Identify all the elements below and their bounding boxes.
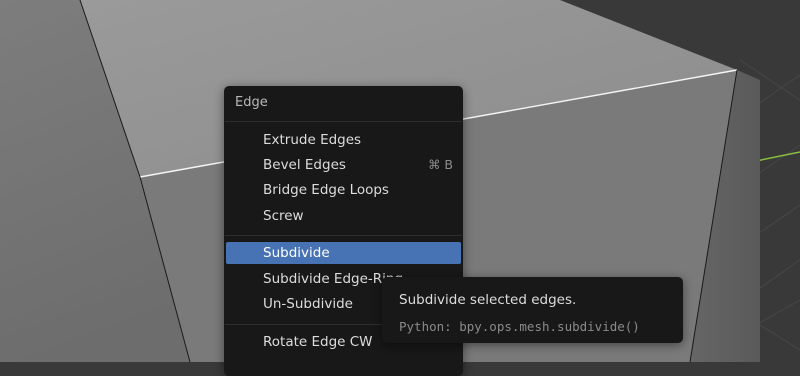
menu-item-label: Screw [263, 208, 304, 224]
menu-item-label: Subdivide [263, 245, 330, 261]
menu-title: Edge [235, 95, 268, 110]
menu-separator [225, 121, 462, 122]
menu-item-bridge-edge-loops[interactable]: Bridge Edge Loops [226, 179, 461, 201]
tooltip-python-path: Python: bpy.ops.mesh.subdivide() [399, 319, 640, 334]
menu-item-label: Extrude Edges [263, 132, 362, 148]
menu-item-label: Rotate Edge CW [263, 334, 373, 350]
menu-item-extrude-edges[interactable]: Extrude Edges [226, 129, 461, 151]
menu-separator [225, 235, 462, 236]
tooltip-description: Subdivide selected edges. [399, 292, 577, 308]
shortcut-hint: ⌘ B [427, 157, 453, 172]
menu-item-label: Bridge Edge Loops [263, 182, 389, 198]
menu-item-screw[interactable]: Screw [226, 205, 461, 227]
menu-item-label: Un-Subdivide [263, 296, 353, 312]
menu-item-bevel-edges[interactable]: Bevel Edges ⌘ B [226, 154, 461, 176]
menu-item-label: Bevel Edges [263, 157, 346, 173]
operator-tooltip: Subdivide selected edges. Python: bpy.op… [382, 277, 683, 343]
menu-item-subdivide[interactable]: Subdivide [226, 242, 461, 264]
